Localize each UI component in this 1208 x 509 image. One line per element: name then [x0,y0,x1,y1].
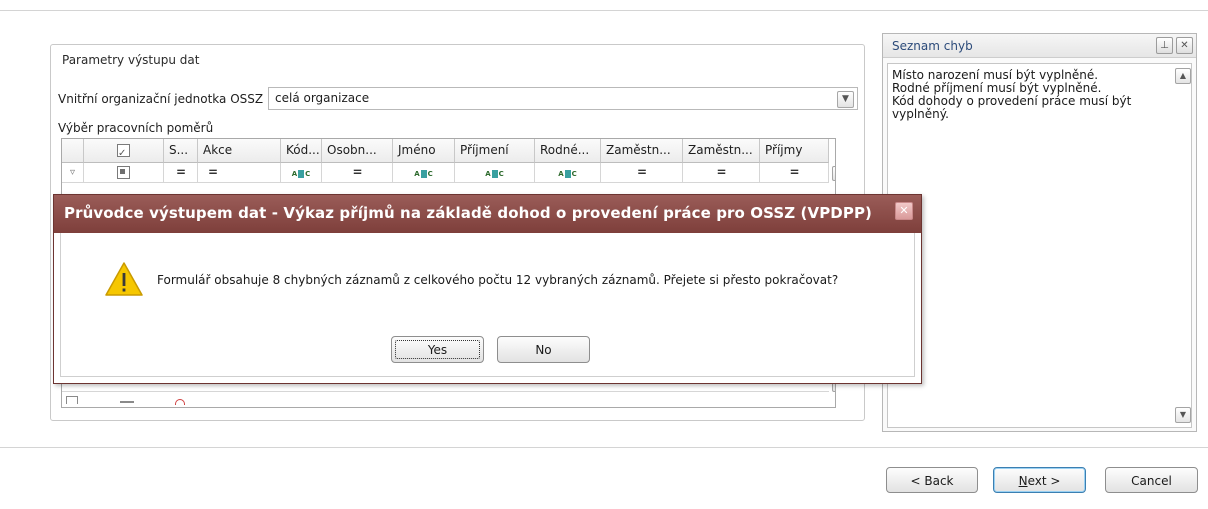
filter-cell-osobni[interactable]: = [322,163,393,183]
text-filter-icon: AC [558,170,577,178]
errors-scroll-down-button[interactable]: ▼ [1175,407,1191,423]
errors-scroll-up-button[interactable]: ▲ [1175,68,1191,84]
row-indicator-icon [66,396,78,404]
pin-icon[interactable]: ⊥ [1156,37,1173,54]
unit-select-value: celá organizace [275,91,370,105]
grid-corner-header [62,139,84,163]
top-separator [0,10,1208,11]
close-icon[interactable]: ✕ [1176,37,1193,54]
equals-operator: = [716,165,726,179]
grid-header-osobni[interactable]: Osobn... [322,139,393,163]
dialog-close-icon[interactable]: ✕ [895,202,913,220]
dialog-content: Formulář obsahuje 8 chybných záznamů z c… [60,233,915,377]
filter-cell-prijmy[interactable]: = [760,163,829,183]
filter-cell-jmeno[interactable]: AC [393,163,455,183]
params-title: Parametry výstupu dat [62,53,200,67]
bottom-separator [0,447,1208,448]
grid-header-prijmy[interactable]: Příjmy [760,139,829,163]
text-filter-icon: AC [485,170,504,178]
text-filter-icon: AC [414,170,433,178]
filter-cell-rodne[interactable]: AC [535,163,601,183]
unit-label: Vnitřní organizační jednotka OSSZ [58,92,264,106]
grid-header-jmeno[interactable]: Jméno [393,139,455,163]
grid-header-rodne[interactable]: Rodné... [535,139,601,163]
equals-operator: = [789,165,799,179]
equals-operator: = [208,165,218,179]
filter-cell-kod[interactable]: AC [281,163,322,183]
error-list-panel: Seznam chyb ⊥ ✕ Místo narození musí být … [882,33,1197,432]
no-button[interactable]: No [497,336,590,363]
grid-row-divider [62,391,829,392]
text-filter-icon: AC [291,170,311,178]
grid-header-kod[interactable]: Kód... [281,139,322,163]
grid-header-zamestn-1[interactable]: Zaměstn... [601,139,683,163]
dialog-titlebar[interactable]: Průvodce výstupem dat - Výkaz příjmů na … [54,195,921,233]
next-button-label: ext > [1027,474,1061,488]
equals-operator: = [175,165,186,179]
unit-select[interactable]: celá organizace ▼ [268,87,858,110]
chevron-down-icon[interactable]: ▼ [837,91,854,108]
confirmation-dialog: Průvodce výstupem dat - Výkaz příjmů na … [53,194,922,384]
error-item-continuation: vyplněný. [892,107,949,121]
grid-header-select-all[interactable] [84,139,164,163]
back-button[interactable]: < Back [886,467,978,493]
grid-header-akce[interactable]: Akce [198,139,281,163]
dialog-message: Formulář obsahuje 8 chybných záznamů z c… [157,273,839,287]
filter-cell-akce[interactable]: = [198,163,281,183]
filter-cell-zamestn-2[interactable]: = [683,163,760,183]
yes-button[interactable]: Yes [391,336,484,363]
filter-checkbox-cell[interactable] [84,163,164,183]
grid-header-zamestn-2[interactable]: Zaměstn... [683,139,760,163]
filter-checkbox[interactable] [117,166,130,179]
grid-header-prijmeni[interactable]: Příjmení [455,139,535,163]
error-list-body[interactable]: Místo narození musí být vyplněné. Rodné … [887,63,1192,428]
filter-cell-prijmeni[interactable]: AC [455,163,535,183]
warning-icon [105,262,143,296]
focus-indicator [395,340,480,359]
next-button[interactable]: Next > [993,467,1086,493]
select-all-checkbox[interactable] [117,142,130,162]
next-button-accesskey: N [1018,474,1028,488]
equals-operator: = [352,165,362,179]
error-list-title: Seznam chyb [892,39,973,53]
grid-header-s[interactable]: S... [164,139,198,163]
selection-label: Výběr pracovních poměrů [58,121,214,135]
error-status-icon [175,399,185,405]
filter-cell-zamestn-1[interactable]: = [601,163,683,183]
cancel-button[interactable]: Cancel [1105,467,1198,493]
grid-scroll-up-button[interactable]: ▲ [832,166,835,181]
filter-funnel-icon: ▿ [62,163,84,183]
dialog-title: Průvodce výstupem dat - Výkaz příjmů na … [64,204,873,222]
row-checkbox-fragment [120,401,134,403]
equals-operator: = [636,165,647,179]
error-list-header: Seznam chyb ⊥ ✕ [883,34,1196,58]
filter-cell-s[interactable]: = [164,163,198,183]
